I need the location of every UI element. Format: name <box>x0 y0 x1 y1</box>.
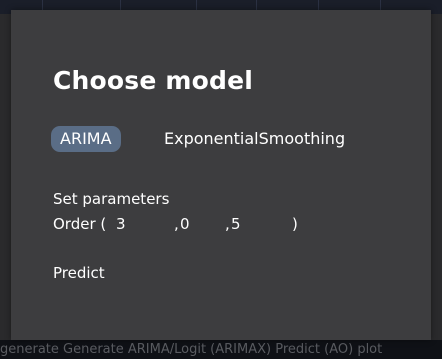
model-dialog <box>11 10 431 340</box>
model-tab-arima[interactable]: ARIMA <box>51 126 121 152</box>
model-tab-exponential-smoothing[interactable]: ExponentialSmoothing <box>164 126 345 152</box>
background-bottom-strip: generate Generate ARIMA/Logit (ARIMAX) P… <box>0 340 442 359</box>
background-right-sliver <box>431 14 442 340</box>
predict-button[interactable]: Predict <box>53 264 105 282</box>
background-partial-text: generate Generate ARIMA/Logit (ARIMAX) P… <box>0 342 383 357</box>
order-label: Order ( <box>53 215 107 233</box>
dialog-title: Choose model <box>53 66 254 95</box>
order-separator: , <box>174 215 179 233</box>
order-close-paren: ) <box>292 215 298 233</box>
order-separator: , <box>225 215 230 233</box>
order-p-input[interactable]: 3 <box>116 215 126 233</box>
order-d-input[interactable]: 0 <box>180 215 190 233</box>
order-q-input[interactable]: 5 <box>231 215 241 233</box>
background-left-sliver <box>0 14 11 340</box>
parameters-label: Set parameters <box>53 190 170 208</box>
